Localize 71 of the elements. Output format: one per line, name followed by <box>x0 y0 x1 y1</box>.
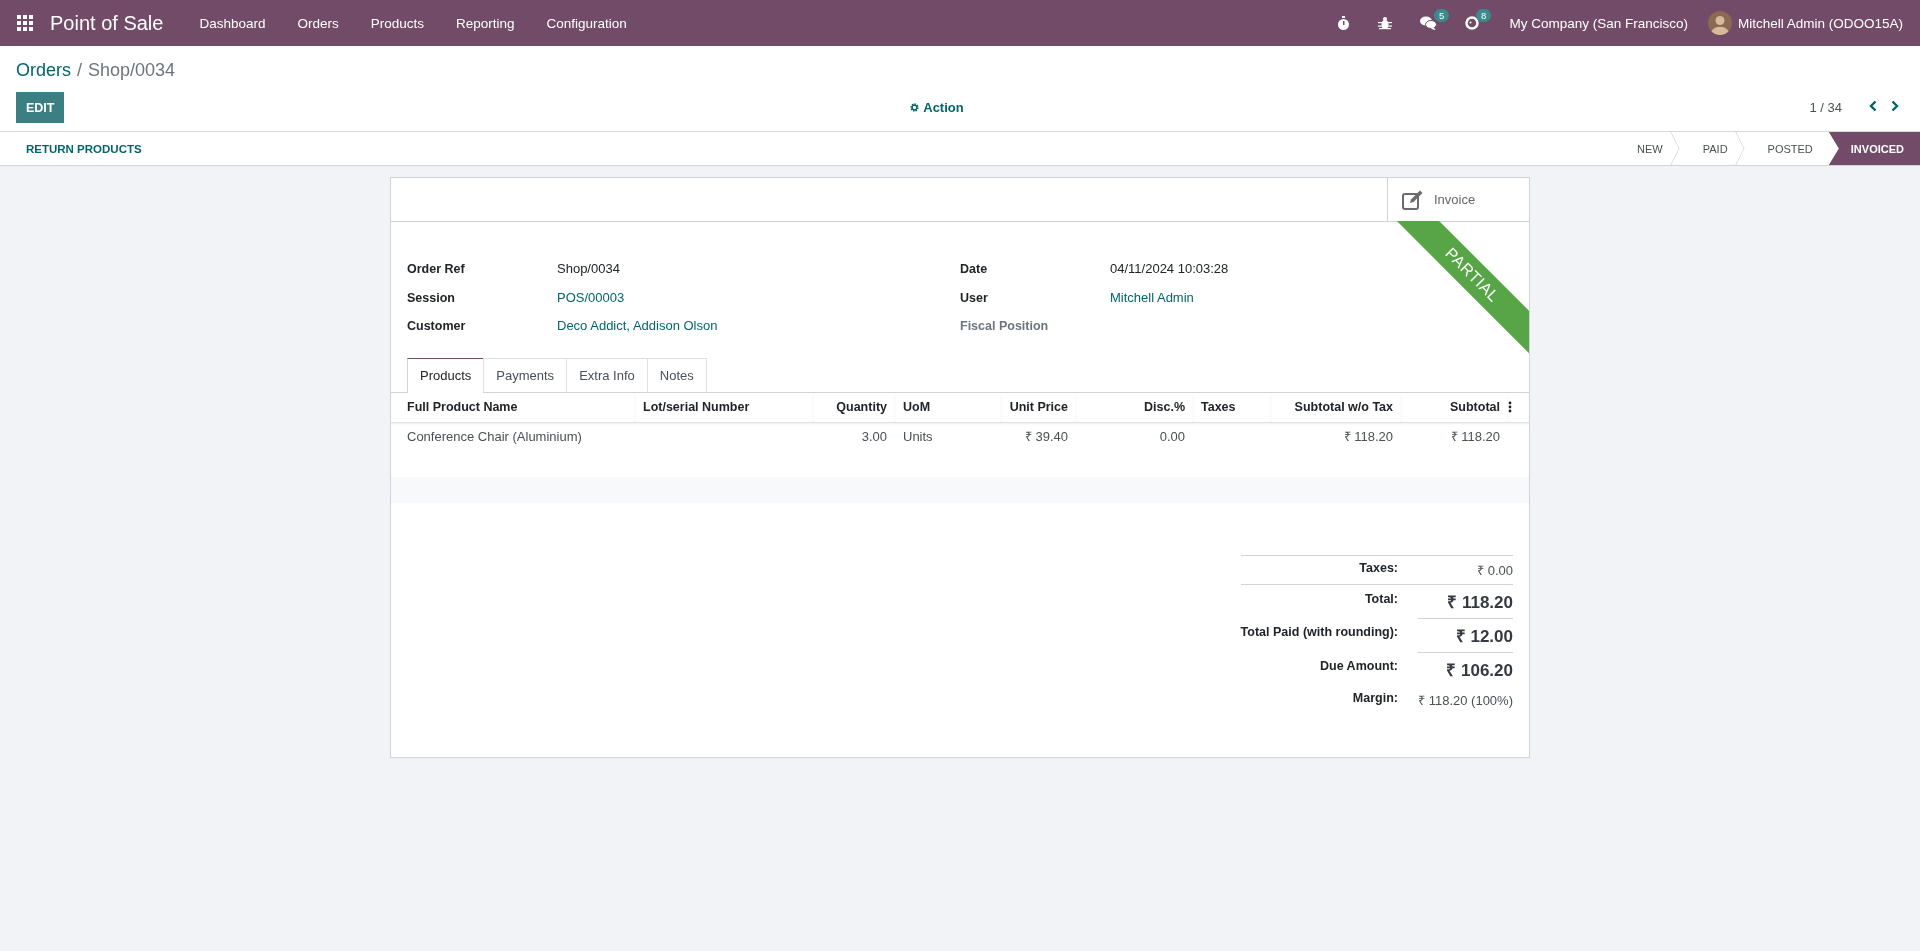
notification-badge: 8 <box>1476 9 1492 22</box>
return-products-button[interactable]: RETURN PRODUCTS <box>0 132 142 165</box>
app-title: Point of Sale <box>50 11 164 35</box>
tab[interactable]: Payments <box>483 357 568 392</box>
field-label: Session <box>407 289 455 307</box>
notification-badge: 5 <box>1434 9 1450 22</box>
column-header[interactable]: Subtotal <box>1401 392 1508 423</box>
field-value: 04/11/2024 10:03:28 <box>1110 260 1229 278</box>
tab[interactable]: Products <box>407 357 485 393</box>
bug-icon[interactable] <box>1378 16 1393 30</box>
column-header[interactable]: Taxes <box>1193 392 1271 423</box>
status-stage[interactable]: NEW <box>1613 132 1679 165</box>
column-header[interactable]: Lot/serial Number <box>635 392 813 423</box>
breadcrumb-current: Shop/0034 <box>88 59 176 81</box>
menu-item[interactable]: Reporting <box>440 0 531 46</box>
total-value: ₹ 118.20 <box>1418 583 1513 618</box>
field-value: Shop/0034 <box>557 260 620 278</box>
total-value: ₹ 12.00 <box>1418 617 1513 652</box>
field-label: Date <box>960 261 988 278</box>
total-label: Total: <box>1240 583 1418 618</box>
column-header[interactable]: Disc.% <box>1076 392 1193 423</box>
status-stage[interactable]: PAID <box>1678 132 1744 165</box>
table-cell-text: 3.00 <box>860 427 888 446</box>
column-header[interactable]: UoM <box>895 392 1001 423</box>
menu-item[interactable]: Configuration <box>530 0 643 46</box>
field-label: Customer <box>407 318 466 335</box>
chat-icon[interactable] <box>1420 16 1438 30</box>
table-cell-text: Units <box>902 427 934 446</box>
field-label: Fiscal Position <box>960 318 1049 335</box>
table-cell-text: 0.00 <box>1158 427 1186 446</box>
kebab-menu-icon[interactable] <box>1508 401 1512 414</box>
table-cell-text: Conference Chair (Aluminium) <box>406 427 583 446</box>
field-label: User <box>960 289 988 307</box>
field-label: Order Ref <box>407 261 465 278</box>
status-stage[interactable]: INVOICED <box>1828 132 1920 165</box>
menu-item[interactable]: Products <box>354 0 440 46</box>
table-cell-text: ₹ 118.20 <box>1342 427 1394 446</box>
total-value: ₹ 0.00 <box>1418 554 1513 584</box>
breadcrumb-separator: / <box>77 59 83 81</box>
field-link[interactable]: Deco Addict, Addison Olson <box>557 312 718 341</box>
total-label: Taxes: <box>1240 554 1418 584</box>
menu-item[interactable]: Dashboard <box>183 0 282 46</box>
column-header[interactable]: Quantity <box>813 392 895 423</box>
menu-item[interactable]: Orders <box>281 0 355 46</box>
apps-menu-icon[interactable] <box>16 14 34 32</box>
total-label: Margin: <box>1351 689 1399 707</box>
table-cell-text: ₹ 118.20 <box>1449 427 1501 446</box>
status-stage[interactable]: POSTED <box>1743 132 1829 165</box>
user-menu[interactable]: Mitchell Admin (ODOO15A) <box>1707 11 1920 35</box>
column-header[interactable]: Subtotal w/o Tax <box>1271 392 1401 423</box>
stopwatch-icon[interactable] <box>1337 15 1351 31</box>
clock-icon[interactable] <box>1465 16 1480 30</box>
total-label: Total Paid (with rounding): <box>1240 623 1399 641</box>
table-cell-text: ₹ 39.40 <box>1023 427 1069 446</box>
field-link[interactable]: Mitchell Admin <box>1110 283 1194 312</box>
pager-value: 1 / 34 <box>1809 100 1842 115</box>
user-name: Mitchell Admin (ODOO15A) <box>1737 15 1903 31</box>
avatar-icon[interactable] <box>1707 11 1732 35</box>
tab[interactable]: Notes <box>646 357 707 392</box>
total-value: ₹ 106.20 <box>1418 651 1513 686</box>
column-header[interactable]: Unit Price <box>1001 392 1076 423</box>
total-value: ₹ 118.20 (100%) <box>1418 691 1513 710</box>
total-label: Due Amount: <box>1319 657 1399 675</box>
edit-button[interactable]: EDIT <box>16 92 65 123</box>
breadcrumb-link[interactable]: Orders <box>16 59 71 81</box>
column-header[interactable]: Full Product Name <box>391 392 635 423</box>
company-switcher[interactable]: My Company (San Francisco) <box>1493 15 1708 31</box>
action-button[interactable]: Action <box>904 99 970 116</box>
field-link[interactable]: POS/00003 <box>557 283 625 312</box>
gear-icon <box>910 103 920 112</box>
edit-icon <box>1402 189 1424 210</box>
